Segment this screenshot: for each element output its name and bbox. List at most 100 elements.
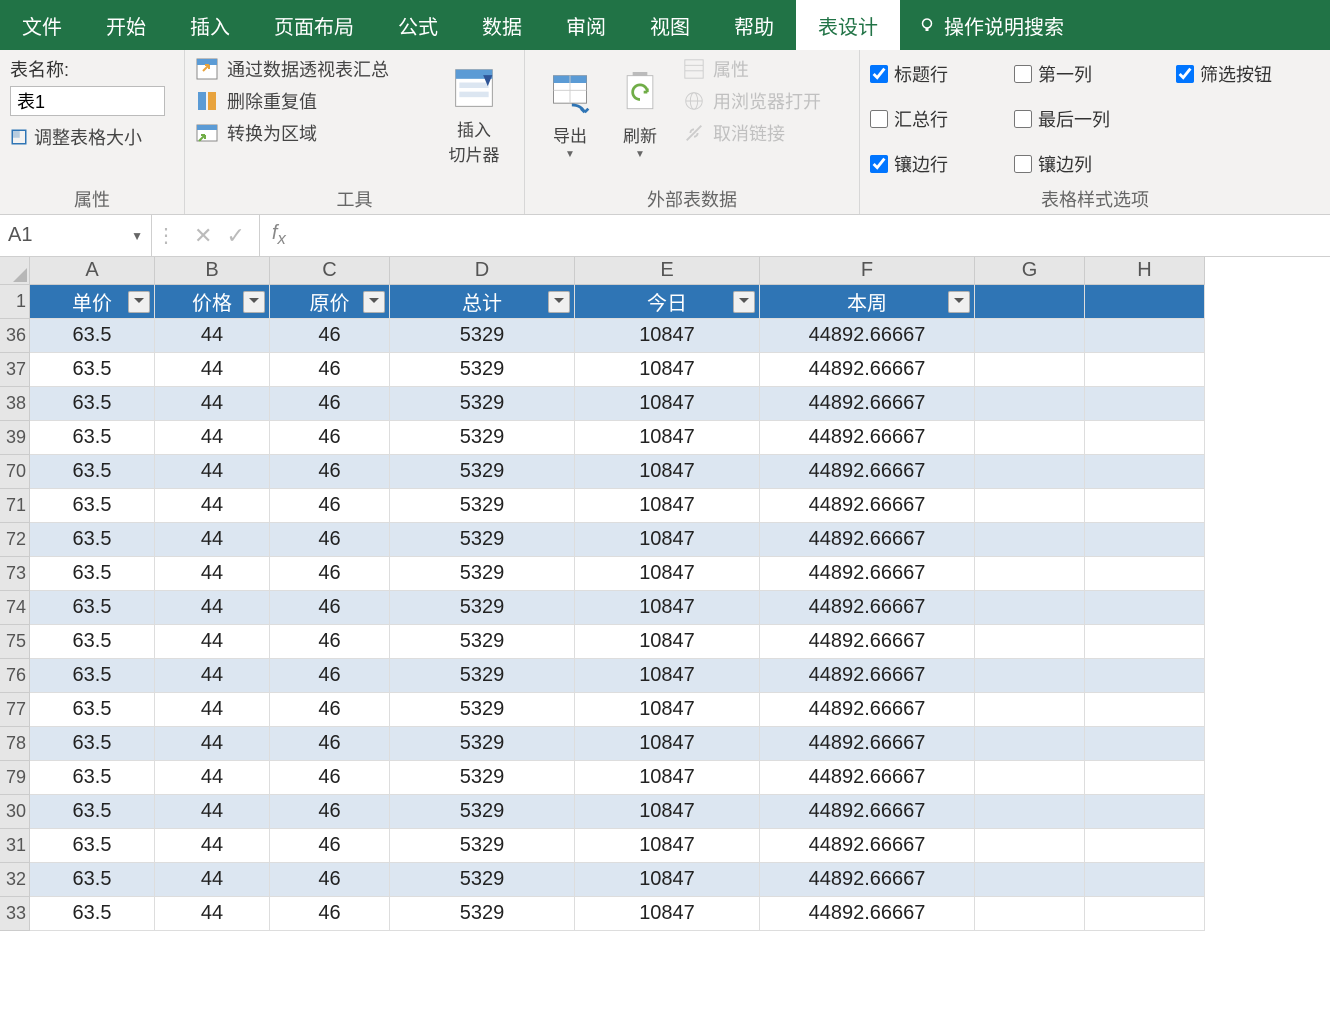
cell[interactable]: 63.5: [30, 421, 155, 455]
cell[interactable]: [1085, 897, 1205, 931]
tab-文件[interactable]: 文件: [0, 0, 84, 50]
cell[interactable]: [1085, 455, 1205, 489]
tab-插入[interactable]: 插入: [168, 0, 252, 50]
cell[interactable]: 46: [270, 693, 390, 727]
cell[interactable]: 44: [155, 727, 270, 761]
cell[interactable]: 63.5: [30, 353, 155, 387]
fx-icon[interactable]: fx: [260, 222, 298, 249]
cell[interactable]: 63.5: [30, 625, 155, 659]
cell[interactable]: [975, 353, 1085, 387]
column-header-A[interactable]: A: [30, 257, 155, 285]
formula-input[interactable]: [298, 215, 1330, 256]
checkbox-last_col[interactable]: 最后一列: [1014, 101, 1158, 138]
cell[interactable]: [1085, 285, 1205, 319]
checkbox-total_row[interactable]: 汇总行: [870, 101, 996, 138]
cell[interactable]: [975, 285, 1085, 319]
cell[interactable]: 63.5: [30, 761, 155, 795]
cell[interactable]: 10847: [575, 591, 760, 625]
row-header[interactable]: 73: [0, 557, 30, 591]
cell[interactable]: 10847: [575, 353, 760, 387]
cell[interactable]: 63.5: [30, 319, 155, 353]
cell[interactable]: 5329: [390, 319, 575, 353]
row-header[interactable]: 37: [0, 353, 30, 387]
cell[interactable]: 46: [270, 353, 390, 387]
cell[interactable]: 44892.66667: [760, 625, 975, 659]
resize-table-button[interactable]: 调整表格大小: [10, 124, 174, 150]
cell[interactable]: 44: [155, 387, 270, 421]
cell[interactable]: 44: [155, 557, 270, 591]
checkbox-input-banded_row[interactable]: [870, 155, 888, 173]
cell[interactable]: 44: [155, 523, 270, 557]
tab-表设计[interactable]: 表设计: [796, 0, 900, 50]
cell[interactable]: 10847: [575, 455, 760, 489]
cell[interactable]: 5329: [390, 625, 575, 659]
cell[interactable]: 5329: [390, 353, 575, 387]
filter-button[interactable]: [363, 291, 385, 313]
cell[interactable]: 44892.66667: [760, 455, 975, 489]
cell[interactable]: 原价: [270, 285, 390, 319]
cell[interactable]: 价格: [155, 285, 270, 319]
row-header[interactable]: 75: [0, 625, 30, 659]
cell[interactable]: 46: [270, 897, 390, 931]
checkbox-input-banded_col[interactable]: [1014, 155, 1032, 173]
cell[interactable]: 46: [270, 625, 390, 659]
checkbox-input-last_col[interactable]: [1014, 110, 1032, 128]
cell[interactable]: [975, 387, 1085, 421]
row-header[interactable]: 38: [0, 387, 30, 421]
cell[interactable]: [975, 421, 1085, 455]
cell[interactable]: [975, 319, 1085, 353]
cell[interactable]: 44: [155, 625, 270, 659]
tab-页面布局[interactable]: 页面布局: [252, 0, 376, 50]
cell[interactable]: [975, 829, 1085, 863]
column-header-C[interactable]: C: [270, 257, 390, 285]
row-header[interactable]: 39: [0, 421, 30, 455]
cell[interactable]: 单价: [30, 285, 155, 319]
column-header-H[interactable]: H: [1085, 257, 1205, 285]
cell[interactable]: [1085, 693, 1205, 727]
cell[interactable]: 63.5: [30, 829, 155, 863]
column-header-F[interactable]: F: [760, 257, 975, 285]
cell[interactable]: 44892.66667: [760, 863, 975, 897]
confirm-icon[interactable]: ✓: [226, 223, 244, 249]
cell[interactable]: 63.5: [30, 693, 155, 727]
tab-数据[interactable]: 数据: [460, 0, 544, 50]
cell[interactable]: 63.5: [30, 897, 155, 931]
cell[interactable]: 10847: [575, 489, 760, 523]
cell[interactable]: 63.5: [30, 489, 155, 523]
cell[interactable]: 5329: [390, 863, 575, 897]
cell[interactable]: 46: [270, 863, 390, 897]
export-button[interactable]: 导出 ▼: [535, 56, 605, 176]
cell[interactable]: 10847: [575, 693, 760, 727]
cell[interactable]: 46: [270, 591, 390, 625]
cell[interactable]: 46: [270, 659, 390, 693]
table-name-input[interactable]: [10, 86, 165, 116]
cell[interactable]: 46: [270, 727, 390, 761]
cell[interactable]: 63.5: [30, 455, 155, 489]
cell[interactable]: [1085, 829, 1205, 863]
cell[interactable]: 44: [155, 421, 270, 455]
cell[interactable]: 44: [155, 353, 270, 387]
pivot-button[interactable]: 通过数据透视表汇总: [195, 56, 434, 82]
cell[interactable]: 44: [155, 795, 270, 829]
row-header[interactable]: 74: [0, 591, 30, 625]
refresh-button[interactable]: 刷新 ▼: [605, 56, 675, 176]
cell[interactable]: 63.5: [30, 795, 155, 829]
cell[interactable]: [1085, 625, 1205, 659]
row-header[interactable]: 31: [0, 829, 30, 863]
cell[interactable]: 44892.66667: [760, 591, 975, 625]
cell[interactable]: 63.5: [30, 523, 155, 557]
cell[interactable]: 44: [155, 489, 270, 523]
cell[interactable]: [1085, 353, 1205, 387]
cell[interactable]: 10847: [575, 319, 760, 353]
filter-button[interactable]: [548, 291, 570, 313]
cell[interactable]: 5329: [390, 421, 575, 455]
cell[interactable]: 44: [155, 591, 270, 625]
cell[interactable]: 46: [270, 455, 390, 489]
cell[interactable]: [1085, 523, 1205, 557]
torange-button[interactable]: 转换为区域: [195, 120, 434, 146]
cell[interactable]: [1085, 659, 1205, 693]
cell[interactable]: 5329: [390, 659, 575, 693]
cell[interactable]: 44892.66667: [760, 523, 975, 557]
cell[interactable]: 44892.66667: [760, 659, 975, 693]
row-header[interactable]: 33: [0, 897, 30, 931]
